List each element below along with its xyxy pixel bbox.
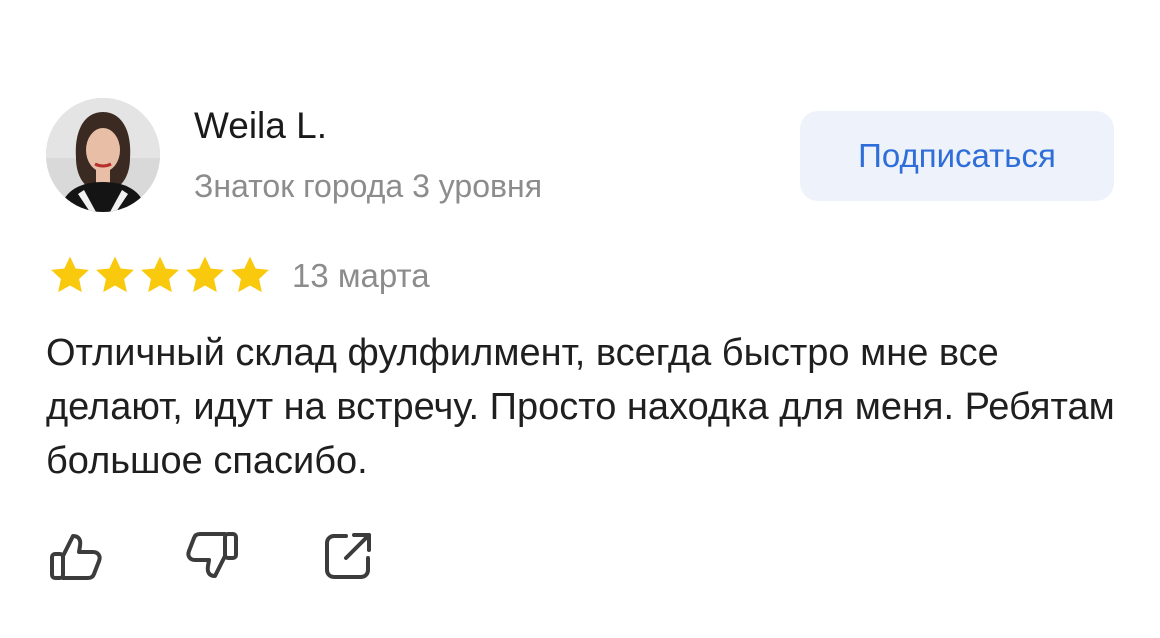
dislike-button[interactable] (182, 528, 242, 584)
star-icon (96, 256, 134, 293)
author-level: Знаток города 3 уровня (194, 168, 543, 204)
star-icon (51, 256, 89, 293)
share-button[interactable] (318, 528, 378, 584)
share-icon (325, 533, 371, 579)
review-text: Отличный склад фулфилмент, всегда быстро… (46, 332, 1115, 482)
review-date: 13 марта (292, 257, 430, 294)
like-button[interactable] (46, 528, 106, 584)
star-icon (186, 256, 224, 293)
thumbs-down-icon (186, 532, 238, 578)
star-rating (48, 255, 272, 295)
thumbs-up-icon (50, 534, 102, 580)
star-icon (231, 256, 269, 293)
subscribe-button[interactable]: Подписаться (800, 111, 1114, 201)
author-name[interactable]: Weila L. (194, 104, 327, 148)
avatar[interactable] (46, 98, 160, 212)
star-icon (141, 256, 179, 293)
